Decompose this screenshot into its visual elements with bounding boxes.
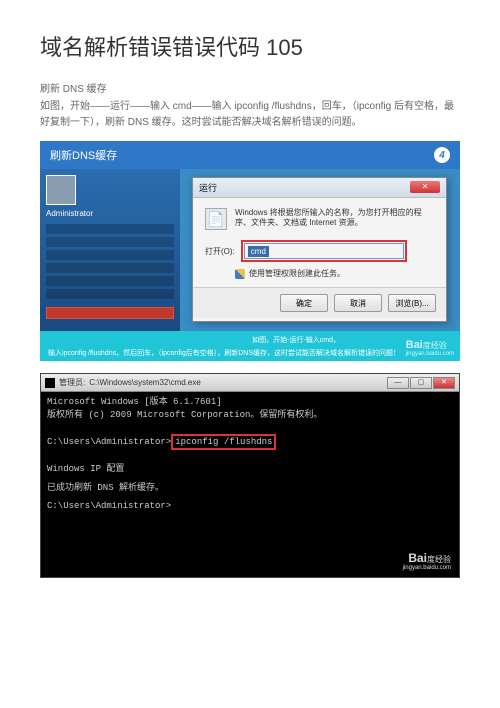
menu-item — [46, 224, 174, 234]
minimize-button[interactable]: — — [387, 377, 409, 389]
body-paragraph: 如图，开始——运行——输入 cmd——输入 ipconfig /flushdns… — [40, 99, 460, 131]
close-button[interactable]: ✕ — [410, 181, 440, 193]
user-avatar — [46, 175, 76, 205]
watermark: Bai度经验 jingyan.baidu.com — [403, 551, 451, 571]
cmd-title-prefix: 管理员: — [59, 377, 85, 388]
open-label: 打开(O): — [205, 246, 235, 257]
watermark: Bai度经验 jingyan.baidu.com — [406, 339, 454, 357]
cmd-output: Microsoft Windows [版本 6.1.7601] 版权所有 (c)… — [41, 392, 459, 517]
maximize-button[interactable]: ▢ — [410, 377, 432, 389]
menu-item — [46, 237, 174, 247]
menu-item — [46, 250, 174, 260]
instruction-text: 如图，开始-运行-输入cmd， — [252, 335, 340, 345]
username: Administrator — [46, 209, 174, 218]
screenshot-run-dialog: 刷新DNS缓存 4 Administrator 运行 ✕ — [40, 141, 460, 361]
screenshot-cmd: 管理员: C:\Windows\system32\cmd.exe — ▢ ✕ M… — [40, 373, 460, 578]
cmd-prompt-line: C:\Users\Administrator>ipconfig /flushdn… — [47, 434, 453, 451]
page-title: 域名解析错误错误代码 105 — [40, 30, 460, 62]
section-subtitle: 刷新 DNS 缓存 — [40, 80, 460, 95]
ok-button[interactable]: 确定 — [280, 294, 328, 312]
cmd-success-line: 已成功刷新 DNS 解析缓存。 — [47, 482, 453, 495]
browse-button[interactable]: 浏览(B)... — [388, 294, 436, 312]
input-highlight: cmd — [241, 240, 407, 262]
cmd-line: Microsoft Windows [版本 6.1.7601] — [47, 396, 453, 409]
close-button[interactable]: ✕ — [433, 377, 455, 389]
run-icon: 📄 — [205, 208, 227, 230]
cmd-prompt-line: C:\Users\Administrator> — [47, 500, 453, 513]
run-dialog-window: 运行 ✕ 📄 Windows 将根据您所输入的名称，为您打开相应的程序、文件夹、… — [192, 177, 447, 322]
cmd-titlebar: 管理员: C:\Windows\system32\cmd.exe — ▢ ✕ — [41, 374, 459, 392]
menu-item — [46, 289, 174, 299]
run-input[interactable]: cmd — [244, 243, 404, 259]
step-badge: 4 — [434, 147, 450, 163]
cmd-icon — [45, 378, 55, 388]
dialog-title: 运行 — [199, 181, 217, 194]
run-menu-highlight — [46, 307, 174, 319]
cmd-line: 版权所有 (c) 2009 Microsoft Corporation。保留所有… — [47, 409, 453, 422]
banner-text: 刷新DNS缓存 — [50, 147, 117, 163]
dialog-titlebar: 运行 ✕ — [193, 178, 446, 198]
cmd-title-path: C:\Windows\system32\cmd.exe — [89, 378, 201, 387]
menu-item — [46, 263, 174, 273]
banner: 刷新DNS缓存 4 — [40, 141, 460, 169]
run-description: Windows 将根据您所输入的名称，为您打开相应的程序、文件夹、文档或 Int… — [235, 208, 434, 229]
admin-privilege-text: 使用管理权限创建此任务。 — [249, 268, 345, 279]
cmd-line: Windows IP 配置 — [47, 463, 453, 476]
menu-item — [46, 276, 174, 286]
shield-icon — [235, 269, 245, 279]
desktop-area: Administrator 运行 ✕ 📄 Windows 将根据您所输入的名称， — [40, 169, 460, 331]
cancel-button[interactable]: 取消 — [334, 294, 382, 312]
start-menu: Administrator — [40, 169, 180, 331]
caption-text: 输入ipconfig /flushdns，然后回车，（ipconfig后有空格）… — [48, 349, 452, 358]
command-highlight: ipconfig /flushdns — [171, 434, 276, 451]
